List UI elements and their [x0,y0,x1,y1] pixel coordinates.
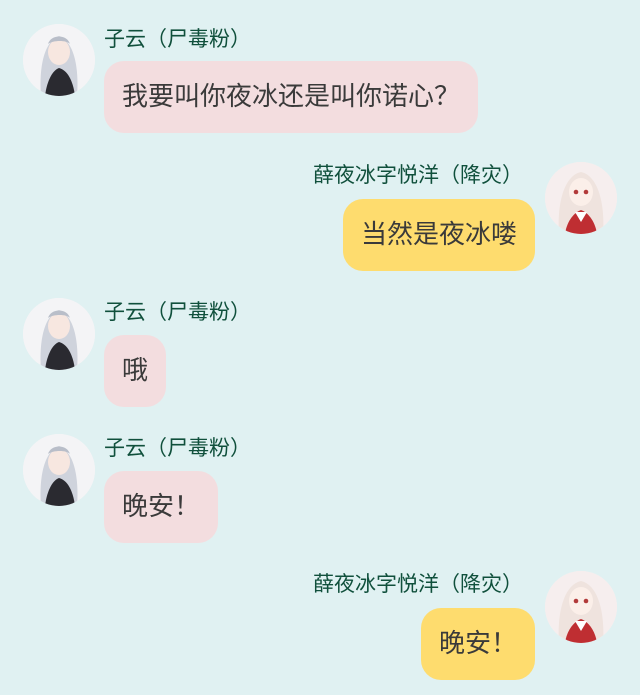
sender-name: 子云（尸毒粉） [104,300,251,324]
sender-name: 薛夜冰字悦洋（降灾） [313,572,523,596]
avatar[interactable] [23,434,95,506]
dark-jacket-girl-avatar-icon [23,298,95,370]
sender-name: 子云（尸毒粉） [104,436,251,460]
sender-name: 子云（尸毒粉） [104,27,251,51]
avatar[interactable] [23,24,95,96]
avatar[interactable] [23,298,95,370]
message-bubble[interactable]: 我要叫你夜冰还是叫你诺心？ [104,61,479,133]
red-kimono-girl-avatar-icon [545,571,617,643]
message-bubble[interactable]: 哦 [104,335,167,407]
message-bubble[interactable]: 晚安！ [420,608,535,680]
dark-jacket-girl-avatar-icon [23,434,95,506]
message-bubble[interactable]: 晚安！ [104,471,219,543]
avatar[interactable] [545,162,617,234]
dark-jacket-girl-avatar-icon [23,24,95,96]
message-bubble[interactable]: 当然是夜冰喽 [342,199,535,271]
sender-name: 薛夜冰字悦洋（降灾） [313,163,523,187]
red-kimono-girl-avatar-icon [545,162,617,234]
avatar[interactable] [545,571,617,643]
